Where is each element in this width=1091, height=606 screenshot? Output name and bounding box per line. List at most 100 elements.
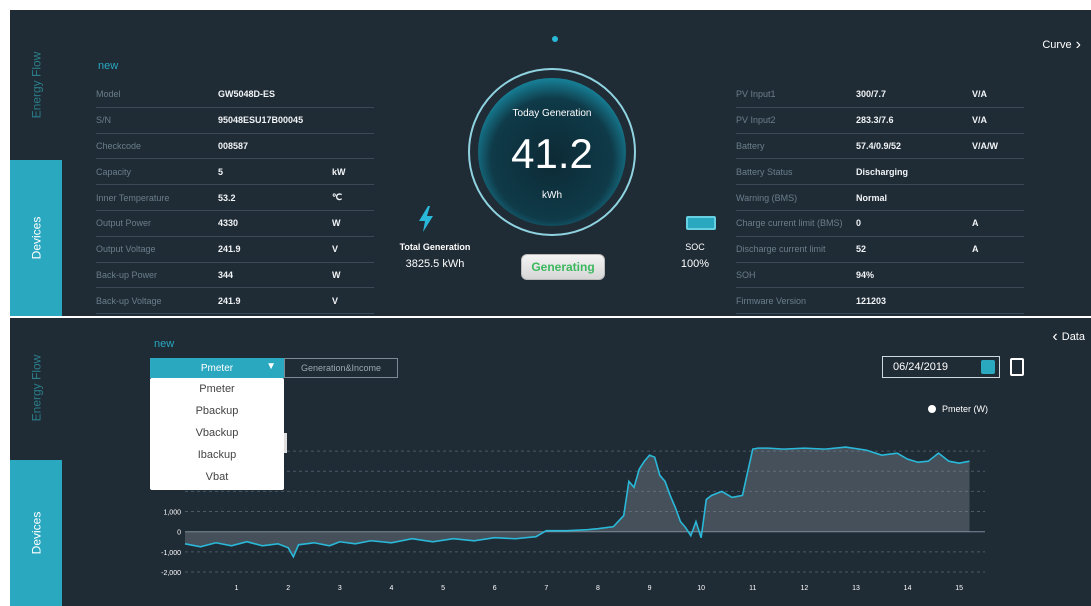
row-value: 4330 xyxy=(218,218,239,229)
row-unit: A xyxy=(972,218,979,229)
row-value: GW5048D-ES xyxy=(218,89,276,100)
table-row: Model GW5048D-ES xyxy=(96,82,374,108)
table-row: Back-up Voltage 241.9 V xyxy=(96,288,374,315)
today-generation-gauge: Today Generation 41.2 kWh xyxy=(468,68,636,236)
metric-select-value: Pmeter xyxy=(200,362,234,374)
table-row: Output Voltage 241.9 V xyxy=(96,237,374,263)
row-value: 0 xyxy=(856,218,862,229)
dropdown-option[interactable]: Vbat xyxy=(150,466,284,488)
dropdown-option[interactable]: Vbackup xyxy=(150,422,284,444)
row-value: 94% xyxy=(856,269,875,280)
row-value: 241.9 xyxy=(218,295,241,306)
x-tick-label: 3 xyxy=(338,585,342,592)
generating-status-button[interactable]: Generating xyxy=(521,254,605,280)
chart-legend[interactable]: Pmeter (W) xyxy=(928,404,988,414)
row-label: Warning (BMS) xyxy=(736,192,798,203)
x-tick-label: 11 xyxy=(749,585,756,592)
date-picker[interactable]: 06/24/2019 xyxy=(882,356,1000,378)
y-tick-label: -1,000 xyxy=(161,550,181,557)
x-tick-label: 6 xyxy=(493,585,497,592)
y-tick-label: 1,000 xyxy=(163,510,181,517)
row-value: 95048ESU17B00045 xyxy=(218,115,304,126)
x-tick-label: 9 xyxy=(648,585,652,592)
table-row: Discharge current limit 52 A xyxy=(736,237,1024,263)
total-generation: Total Generation 3825.5 kWh xyxy=(390,242,480,270)
data-link[interactable]: ‹ Data xyxy=(1052,328,1085,346)
row-value: 57.4/0.9/52 xyxy=(856,140,902,151)
row-unit: V xyxy=(332,295,339,306)
battery-info-table: PV Input1 300/7.7 V/A PV Input2 283.3/7.6 V/A… xyxy=(736,82,1024,315)
row-label: Back-up Voltage xyxy=(96,295,162,306)
row-unit: kW xyxy=(332,166,346,177)
row-unit: ℃ xyxy=(332,192,343,203)
curve-panel: Energy Flow Devices new ‹ Data Pmeter ▼ … xyxy=(10,318,1091,606)
row-label: S/N xyxy=(96,115,112,126)
row-unit: V/A xyxy=(972,89,988,100)
row-unit: W xyxy=(332,269,341,280)
row-value: 283.3/7.6 xyxy=(856,115,894,126)
row-value: 53.2 xyxy=(218,192,236,203)
legend-label: Pmeter (W) xyxy=(942,404,988,414)
row-label: Capacity xyxy=(96,166,132,177)
curve-link-label: Curve xyxy=(1042,39,1072,51)
side-tab-energy-flow[interactable]: Energy Flow xyxy=(10,318,62,458)
table-row: PV Input1 300/7.7 V/A xyxy=(736,82,1024,108)
x-tick-label: 12 xyxy=(800,585,808,592)
side-tab-devices[interactable]: Devices xyxy=(10,460,62,606)
row-value: 344 xyxy=(218,269,234,280)
soc: SOC 100% xyxy=(670,242,720,270)
table-row: Capacity 5 kW xyxy=(96,159,374,186)
row-value: 300/7.7 xyxy=(856,89,887,100)
row-label: Output Voltage xyxy=(96,244,156,255)
gauge-value: 41.2 xyxy=(511,130,593,177)
row-label: SOH xyxy=(736,269,756,280)
row-label: Battery Status xyxy=(736,166,793,177)
row-label: PV Input1 xyxy=(736,89,776,100)
row-unit: V/A xyxy=(972,115,988,126)
export-icon[interactable] xyxy=(1010,358,1024,376)
side-tab-energy-flow-label: Energy Flow xyxy=(29,51,44,119)
row-unit: V xyxy=(332,244,339,255)
x-tick-label: 14 xyxy=(904,585,912,592)
chevron-right-icon: › xyxy=(1075,36,1081,53)
dropdown-option[interactable]: Ibackup xyxy=(150,444,284,466)
row-label: Model xyxy=(96,89,121,100)
side-tab-devices[interactable]: Devices xyxy=(10,160,62,316)
soc-value: 100% xyxy=(680,258,710,270)
metric-dropdown-menu: Pmeter Pbackup Vbackup Ibackup Vbat xyxy=(150,378,287,490)
page-indicator-dot[interactable] xyxy=(552,36,558,42)
row-value: 121203 xyxy=(856,295,887,306)
metric-select[interactable]: Pmeter ▼ xyxy=(150,358,284,378)
total-generation-value: 3825.5 kWh xyxy=(405,258,465,270)
x-tick-label: 4 xyxy=(389,585,393,592)
tab-generation-income[interactable]: Generation&Income xyxy=(284,358,398,378)
x-tick-label: 13 xyxy=(852,585,860,592)
device-overview-panel: Energy Flow Devices new Model GW5048D-ES S… xyxy=(10,10,1091,316)
row-value: Discharging xyxy=(856,166,909,177)
curve-link[interactable]: Curve › xyxy=(1042,36,1081,54)
table-row: Battery 57.4/0.9/52 V/A/W xyxy=(736,134,1024,160)
row-unit: A xyxy=(972,244,979,255)
dropdown-option[interactable]: Pmeter xyxy=(150,378,284,400)
table-row: SOH 94% xyxy=(736,263,1024,289)
gauge-title: Today Generation xyxy=(512,108,592,119)
row-value: 52 xyxy=(856,244,867,255)
legend-dot-icon xyxy=(928,405,936,413)
side-tab-energy-flow[interactable]: Energy Flow xyxy=(10,10,62,160)
row-label: Inner Temperature xyxy=(96,192,170,203)
calendar-icon[interactable] xyxy=(981,360,995,374)
x-tick-label: 10 xyxy=(697,585,705,592)
table-row: Warning (BMS) Normal xyxy=(736,185,1024,211)
table-row: Checkcode 008587 xyxy=(96,134,374,160)
inverter-info-table: Model GW5048D-ES S/N 95048ESU17B00045 Checkc… xyxy=(96,82,374,315)
dropdown-option[interactable]: Pbackup xyxy=(150,400,284,422)
table-row: Output Power 4330 W xyxy=(96,211,374,237)
y-tick-label: 0 xyxy=(177,530,181,537)
row-label: Discharge current limit xyxy=(736,244,826,255)
total-generation-label: Total Generation xyxy=(399,242,471,252)
side-tab-devices-label: Devices xyxy=(29,216,43,260)
soc-label: SOC xyxy=(685,242,705,252)
new-badge: new xyxy=(98,60,119,72)
dropdown-scrollbar[interactable] xyxy=(284,433,287,453)
side-tab-energy-flow-label: Energy Flow xyxy=(29,354,44,422)
